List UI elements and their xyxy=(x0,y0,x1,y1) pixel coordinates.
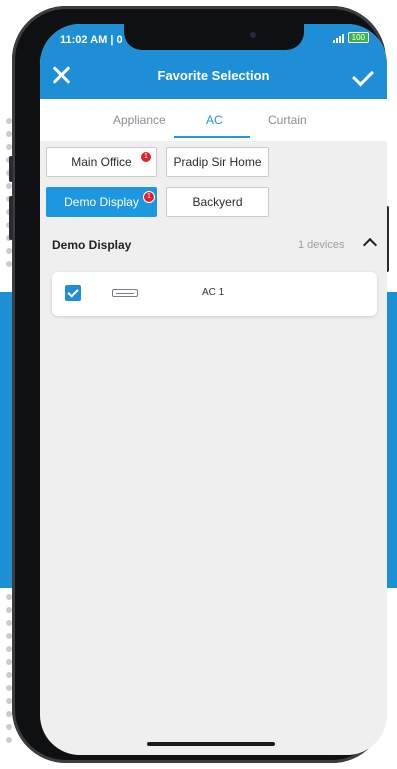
notification-badge: 1 xyxy=(143,191,155,203)
phone-frame: 11:02 AM | 0 100 Favorite Selection Appl… xyxy=(9,6,389,763)
app-screen: 11:02 AM | 0 100 Favorite Selection Appl… xyxy=(40,24,387,755)
room-chip-backyerd[interactable]: Backyerd xyxy=(166,187,269,217)
room-chip-label: Backyerd xyxy=(192,195,243,209)
chevron-up-icon[interactable] xyxy=(362,237,378,253)
status-time: 11:02 AM | 0 xyxy=(60,34,123,46)
ac-unit-icon xyxy=(112,289,138,297)
room-chip-label: Main Office xyxy=(71,155,132,169)
device-checkbox[interactable] xyxy=(65,285,81,301)
room-chip-pradip-sir-home[interactable]: Pradip Sir Home xyxy=(166,147,269,177)
tab-ac[interactable]: AC xyxy=(206,113,223,127)
home-indicator[interactable] xyxy=(147,742,275,746)
notch xyxy=(124,24,304,50)
room-chip-label: Demo Display xyxy=(64,195,139,209)
category-tabs: Appliance AC Curtain xyxy=(40,99,387,141)
group-title: Demo Display xyxy=(52,238,132,252)
confirm-check-button[interactable] xyxy=(349,64,373,86)
signal-icon xyxy=(332,33,344,43)
status-icons: 100 xyxy=(332,32,369,43)
device-count: 1 devices xyxy=(298,239,345,251)
room-chip-label: Pradip Sir Home xyxy=(173,155,262,169)
battery-icon: 100 xyxy=(347,32,369,43)
active-tab-indicator xyxy=(174,136,250,138)
page-title: Favorite Selection xyxy=(157,68,270,83)
device-row[interactable]: AC 1 xyxy=(52,272,377,316)
room-chip-demo-display[interactable]: Demo Display 1 xyxy=(46,187,157,217)
notification-badge: 1 xyxy=(140,151,152,163)
volume-button xyxy=(9,196,13,240)
room-chip-main-office[interactable]: Main Office 1 xyxy=(46,147,157,177)
app-header: 11:02 AM | 0 100 Favorite Selection xyxy=(40,24,387,99)
volume-button xyxy=(9,156,13,182)
device-name: AC 1 xyxy=(202,287,225,298)
tab-curtain[interactable]: Curtain xyxy=(268,113,307,127)
camera-icon xyxy=(250,32,256,38)
tab-appliance[interactable]: Appliance xyxy=(113,113,166,127)
